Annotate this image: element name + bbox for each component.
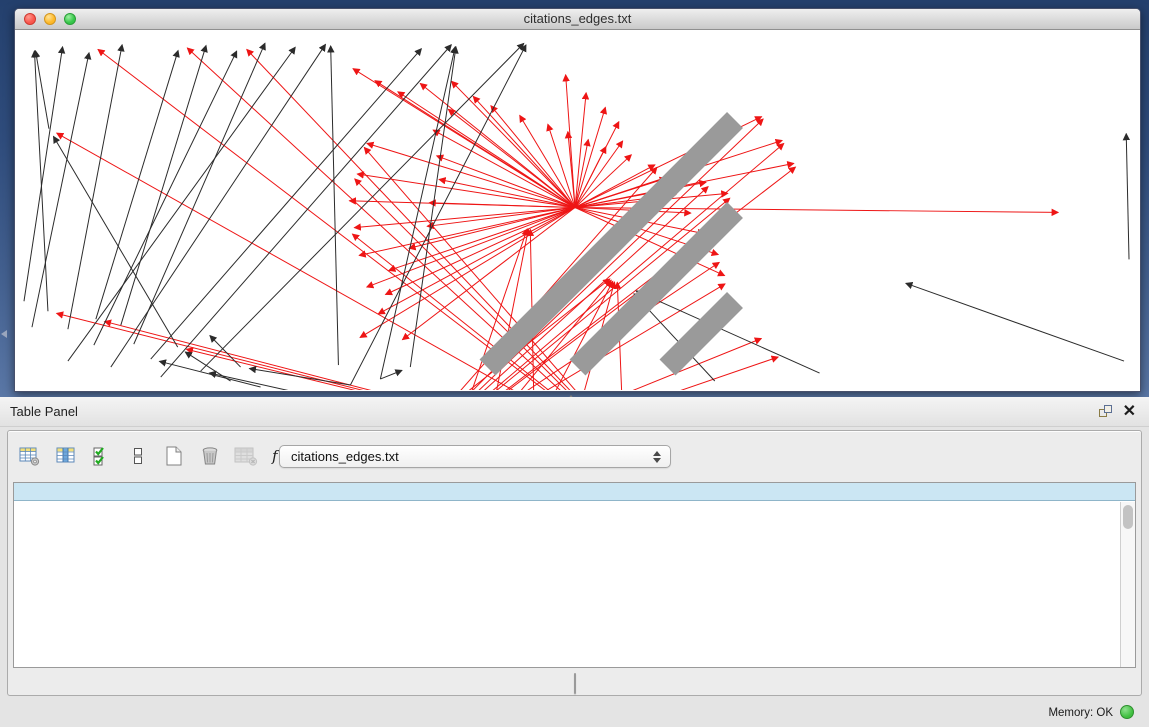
table-rows [14,502,1119,667]
table-tabs [574,673,576,694]
table-panel: Table Panel ✕ [0,397,1149,727]
scrollbar-thumb[interactable] [1123,505,1133,529]
network-desktop: citations_edges.txt [0,0,1149,397]
resize-grip-icon[interactable] [16,30,1139,390]
float-panel-icon[interactable] [1099,405,1113,418]
zoom-window-button[interactable] [64,13,76,25]
window-titlebar[interactable]: citations_edges.txt [15,9,1140,30]
left-splitter-handle-icon[interactable] [1,330,7,338]
table-panel-body: f (x) citations_edges.txt [7,430,1142,696]
new-document-icon[interactable] [160,442,187,470]
row-height-icon[interactable] [124,442,151,470]
table-selector-dropdown[interactable]: citations_edges.txt [279,445,671,468]
status-bar: Memory: OK [0,699,1149,727]
table-panel-titlebar: Table Panel ✕ [0,397,1149,427]
select-rows-icon[interactable] [88,442,115,470]
window-title: citations_edges.txt [15,9,1140,29]
table-selector-value: citations_edges.txt [291,449,399,464]
network-window: citations_edges.txt [14,8,1141,392]
dropdown-arrows-icon [653,451,661,463]
memory-indicator-icon[interactable] [1120,705,1134,719]
delete-icon[interactable] [196,442,223,470]
network-canvas[interactable] [16,30,1139,390]
table-panel-title: Table Panel [10,404,78,419]
table-header-row [14,483,1135,501]
close-panel-icon[interactable]: ✕ [1123,401,1136,421]
table-toolbar: f (x) [16,439,302,473]
delete-table-icon [232,442,259,470]
node-table[interactable] [13,482,1136,668]
vertical-scrollbar[interactable] [1120,502,1135,667]
close-window-button[interactable] [24,13,36,25]
minimize-window-button[interactable] [44,13,56,25]
show-columns-icon[interactable] [52,442,79,470]
memory-status: Memory: OK [1048,707,1113,719]
table-options-icon[interactable] [16,442,43,470]
